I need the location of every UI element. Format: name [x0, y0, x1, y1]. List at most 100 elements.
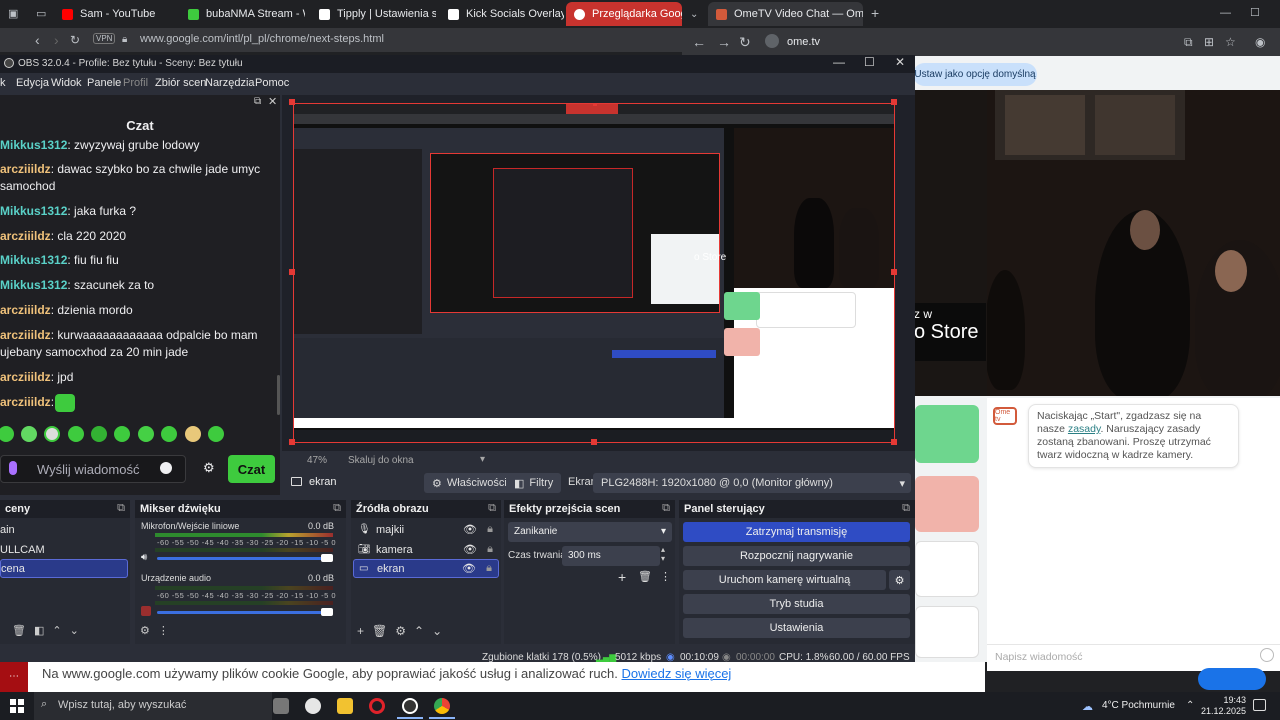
- left-url-field[interactable]: www.google.com/intl/pl_pl/chrome/next-st…: [140, 33, 384, 45]
- scene-item[interactable]: ULLCAM: [0, 540, 128, 559]
- emote-icon[interactable]: [208, 426, 224, 442]
- chevron-up-icon[interactable]: ⌃: [1186, 700, 1194, 711]
- set-default-browser-button[interactable]: Ustaw jako opcję domyślną: [913, 63, 1037, 86]
- source-item[interactable]: 📷︎ kamera 👁︎ 🔒︎: [353, 540, 499, 559]
- back-icon[interactable]: ‹: [35, 33, 40, 47]
- spinner-icon[interactable]: ▴ ▾: [661, 545, 665, 563]
- filters-button[interactable]: ◧ Filtry: [506, 473, 562, 493]
- maximize-icon[interactable]: ☐: [1250, 6, 1260, 20]
- cast-icon[interactable]: ⧉: [1184, 35, 1193, 49]
- close-dock-icon[interactable]: ✕: [268, 95, 277, 108]
- tab-tipply[interactable]: Tipply | Ustawienia strony: [311, 2, 436, 26]
- emoji-picker-icon[interactable]: [160, 462, 172, 474]
- chat-username[interactable]: arcziiildz: [0, 395, 51, 409]
- menu-tools[interactable]: Narzędzia: [205, 77, 255, 89]
- resize-handle[interactable]: [891, 269, 897, 275]
- stop-streaming-button[interactable]: Zatrzymaj transmisję: [683, 522, 910, 542]
- menu-docks[interactable]: Panele: [87, 77, 121, 89]
- ometv-message-input[interactable]: Napisz wiadomość: [987, 644, 1280, 668]
- visibility-eye-icon[interactable]: 👁︎: [463, 523, 477, 536]
- scene-item[interactable]: ain: [0, 520, 128, 539]
- start-recording-button[interactable]: Rozpocznij nagrywanie: [683, 546, 910, 566]
- chat-username[interactable]: Mikkus1312: [0, 253, 67, 267]
- tab-kick-overlay[interactable]: Kick Socials Overlay Gen: [440, 2, 564, 26]
- menu-help[interactable]: Pomoc: [255, 77, 289, 89]
- vpn-badge[interactable]: VPN: [93, 33, 116, 44]
- lock-icon[interactable]: 🔒︎: [487, 543, 493, 556]
- emote-icon[interactable]: [68, 426, 84, 442]
- resize-handle[interactable]: [591, 439, 597, 445]
- cookie-learn-more-link[interactable]: Dowiedz się więcej: [622, 666, 732, 681]
- menu-scene-collection[interactable]: Zbiór scen: [155, 77, 206, 89]
- move-up-icon[interactable]: ⌃: [52, 625, 61, 637]
- tab-youtube[interactable]: Sam - YouTube: [54, 2, 174, 26]
- bookmark-star-icon[interactable]: ☆: [1225, 35, 1236, 49]
- float-dock-icon[interactable]: ⧉: [662, 502, 670, 515]
- emote-icon[interactable]: [161, 426, 177, 442]
- tab-google-chrome[interactable]: Przeglądarka Google Ch: [566, 2, 682, 26]
- ometv-stop-button[interactable]: [915, 476, 979, 532]
- more-options-icon[interactable]: ⋮: [660, 570, 671, 583]
- forward-icon[interactable]: →: [717, 35, 731, 49]
- virtual-camera-settings-gear-icon[interactable]: ⚙: [889, 570, 910, 590]
- chat-username[interactable]: arcziiildz: [0, 229, 51, 243]
- windows-start-icon[interactable]: [10, 699, 24, 713]
- chat-send-button[interactable]: Czat: [228, 455, 275, 483]
- resize-handle[interactable]: [891, 99, 897, 105]
- more-options-icon[interactable]: ⋮: [158, 625, 169, 637]
- reload-icon[interactable]: ↻: [739, 35, 751, 49]
- reload-icon[interactable]: ↻: [70, 33, 80, 47]
- move-down-icon[interactable]: ⌄: [432, 624, 442, 638]
- volume-slider[interactable]: [157, 557, 329, 560]
- opera-icon[interactable]: [369, 698, 385, 714]
- notification-icon[interactable]: [1253, 699, 1266, 711]
- float-dock-icon[interactable]: ⧉: [488, 502, 496, 515]
- resize-handle[interactable]: [891, 439, 897, 445]
- move-down-icon[interactable]: ⌄: [70, 625, 79, 637]
- right-url-field[interactable]: ome.tv: [787, 36, 820, 48]
- microphone-icon[interactable]: [9, 461, 17, 475]
- ometv-option-button[interactable]: [915, 606, 979, 658]
- visibility-eye-icon[interactable]: 👁︎: [462, 562, 476, 575]
- gear-icon[interactable]: ⚙: [395, 624, 406, 638]
- tab-group-icon[interactable]: ▭: [36, 7, 46, 21]
- visibility-eye-icon[interactable]: 👁︎: [463, 543, 477, 556]
- tab-ometv[interactable]: OmeTV Video Chat — Ome ◉ ✕: [708, 2, 863, 26]
- chat-username[interactable]: Mikkus1312: [0, 278, 67, 292]
- chat-username[interactable]: Mikkus1312: [0, 204, 67, 218]
- weather-widget[interactable]: 4°C Pochmurnie: [1102, 700, 1175, 711]
- studio-mode-button[interactable]: Tryb studia: [683, 594, 910, 614]
- app-icon[interactable]: [305, 698, 321, 714]
- new-tab-icon[interactable]: +: [871, 6, 879, 20]
- lock-icon[interactable]: 🔒︎: [486, 562, 492, 575]
- float-dock-icon[interactable]: ⧉: [254, 96, 261, 107]
- lock-icon[interactable]: 🔒︎: [487, 523, 493, 536]
- transition-select[interactable]: Zanikanie ▾: [508, 522, 672, 542]
- menu-edit[interactable]: Edycja: [16, 77, 49, 89]
- obs-preview-screen-capture[interactable]: o Store: [293, 103, 895, 443]
- emote-icon[interactable]: [91, 426, 107, 442]
- chat-settings-gear-icon[interactable]: ⚙: [203, 460, 215, 476]
- properties-button[interactable]: ⚙ Właściwości: [424, 473, 515, 493]
- chat-username[interactable]: arcziiildz: [0, 162, 51, 176]
- muted-speaker-icon[interactable]: [141, 606, 151, 616]
- chat-username[interactable]: arcziiildz: [0, 370, 51, 384]
- menu-profile[interactable]: Profil: [123, 77, 148, 89]
- taskbar-search-box[interactable]: ⌕ Wpisz tutaj, aby wyszukać: [34, 692, 272, 720]
- ometv-option-button[interactable]: [915, 541, 979, 597]
- duration-input[interactable]: 300 ms: [562, 546, 660, 566]
- chat-username[interactable]: Mikkus1312: [0, 138, 67, 152]
- remove-icon[interactable]: 🗑︎: [638, 570, 652, 583]
- resize-handle[interactable]: [593, 104, 597, 106]
- filter-icon[interactable]: ◧: [34, 625, 44, 637]
- volume-slider-handle[interactable]: [321, 554, 333, 562]
- site-info-icon[interactable]: [765, 34, 779, 48]
- task-view-icon[interactable]: [273, 698, 289, 714]
- translate-icon[interactable]: ⊞: [1204, 35, 1214, 49]
- ometv-start-button[interactable]: [915, 405, 979, 463]
- scene-item-selected[interactable]: cena: [0, 559, 128, 578]
- move-up-icon[interactable]: ⌃: [414, 624, 424, 638]
- window-menu-icon[interactable]: ▣: [8, 7, 18, 21]
- chat-username[interactable]: arcziiildz: [0, 303, 51, 317]
- resize-handle[interactable]: [289, 439, 295, 445]
